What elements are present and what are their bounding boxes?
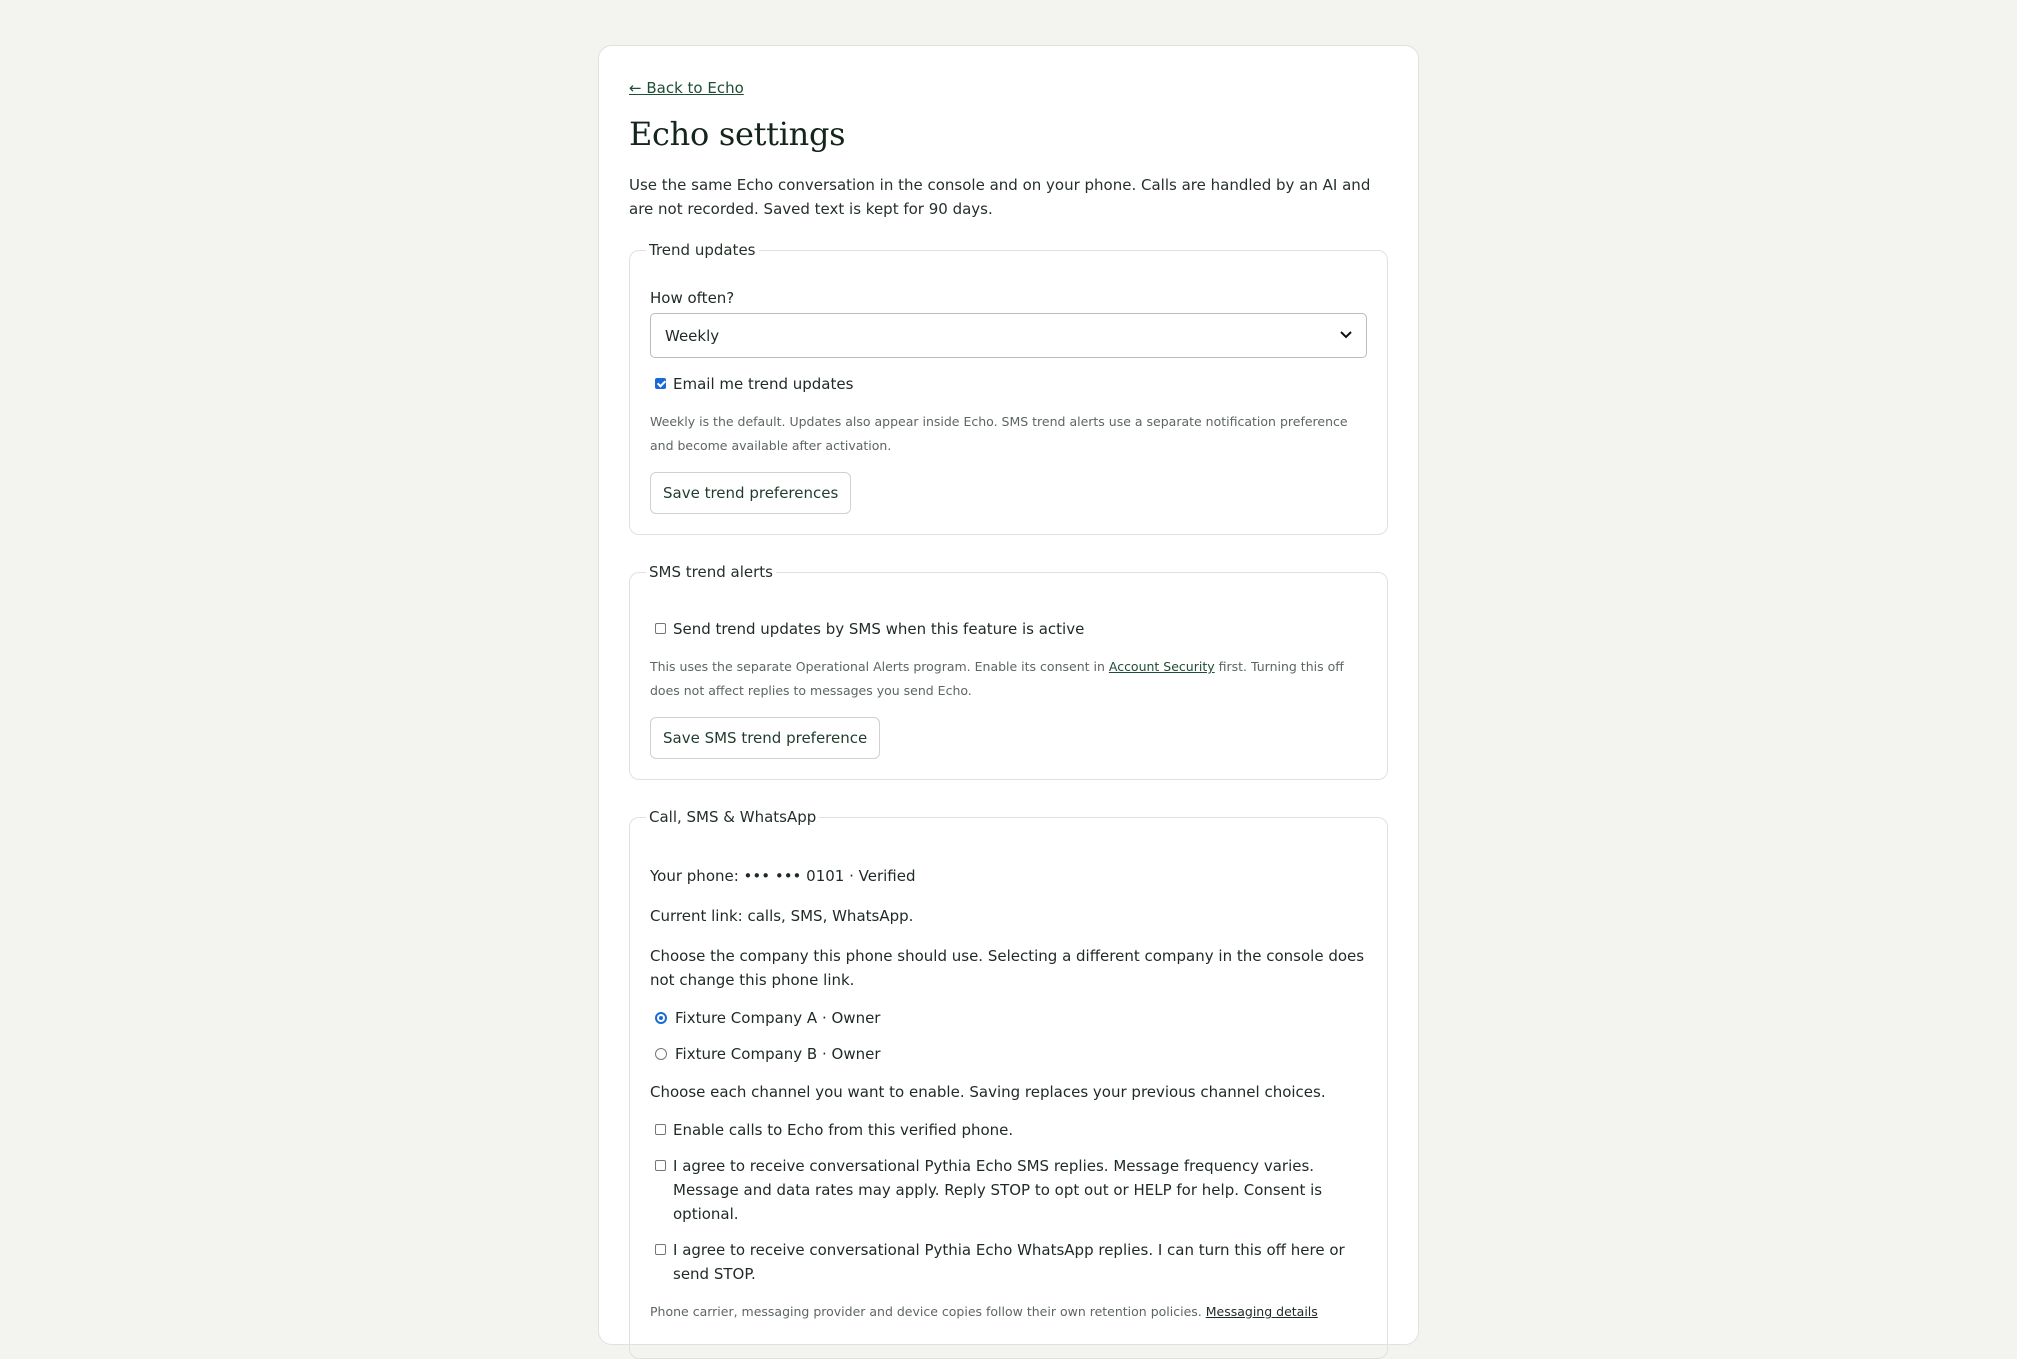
trend-updates-legend: Trend updates: [649, 241, 756, 259]
email-trend-label: Email me trend updates: [673, 375, 854, 393]
calls-label: Enable calls to Echo from this verified …: [673, 1121, 1014, 1139]
company-a-radio[interactable]: [655, 1012, 667, 1024]
save-trend-button[interactable]: Save trend preferences: [650, 472, 852, 514]
company-b-radio[interactable]: [655, 1048, 667, 1060]
save-sms-button[interactable]: Save SMS trend preference: [650, 717, 881, 759]
channels-section: Call, SMS & WhatsApp Your phone: ••• •••…: [629, 808, 1388, 1359]
chevron-down-icon: [1340, 328, 1352, 343]
company-a-label: Fixture Company A · Owner: [675, 1009, 881, 1027]
company-b-label: Fixture Company B · Owner: [675, 1045, 881, 1063]
sms-consent-label: I agree to receive conversational Pythia…: [673, 1157, 1323, 1223]
trend-help-text: Weekly is the default. Updates also appe…: [650, 414, 1348, 453]
company-prompt: Choose the company this phone should use…: [650, 947, 1365, 989]
sms-trend-section: SMS trend alerts Send trend updates by S…: [629, 563, 1388, 780]
channels-footer-note: Phone carrier, messaging provider and de…: [650, 1300, 1367, 1324]
frequency-value: Weekly: [665, 326, 720, 345]
how-often-label: How often?: [650, 289, 735, 307]
channels-legend: Call, SMS & WhatsApp: [649, 808, 817, 826]
calls-row: Enable calls to Echo from this verified …: [650, 1118, 1367, 1142]
sms-trend-row: Send trend updates by SMS when this feat…: [650, 617, 1367, 641]
footer-note-text: Phone carrier, messaging provider and de…: [650, 1304, 1202, 1319]
sms-trend-checkbox[interactable]: [655, 623, 666, 634]
sms-trend-label: Send trend updates by SMS when this feat…: [673, 620, 1085, 638]
phone-line: Your phone: ••• ••• 0101 · Verified: [650, 867, 916, 885]
settings-card: ← Back to Echo Echo settings Use the sam…: [598, 45, 1419, 1359]
email-trend-checkbox[interactable]: [655, 378, 666, 389]
page-title: Echo settings: [629, 115, 846, 153]
sms-consent-checkbox[interactable]: [655, 1160, 666, 1171]
whatsapp-consent-checkbox[interactable]: [655, 1244, 666, 1255]
company-a-row: Fixture Company A · Owner: [650, 1006, 1367, 1030]
whatsapp-consent-label: I agree to receive conversational Pythia…: [673, 1241, 1345, 1283]
email-trend-row: Email me trend updates: [650, 372, 1367, 396]
company-b-row: Fixture Company B · Owner: [650, 1042, 1367, 1066]
account-security-link[interactable]: Account Security: [1109, 659, 1215, 674]
current-link: Current link: calls, SMS, WhatsApp.: [650, 907, 914, 925]
back-to-echo-link[interactable]: ← Back to Echo: [629, 79, 744, 97]
channel-prompt: Choose each channel you want to enable. …: [650, 1083, 1326, 1101]
sms-help-before: This uses the separate Operational Alert…: [650, 659, 1109, 674]
frequency-select[interactable]: Weekly: [650, 313, 1367, 358]
whatsapp-consent-row: I agree to receive conversational Pythia…: [650, 1238, 1367, 1286]
sms-consent-row: I agree to receive conversational Pythia…: [650, 1154, 1367, 1226]
sms-help-text: This uses the separate Operational Alert…: [650, 655, 1367, 703]
sms-trend-legend: SMS trend alerts: [649, 563, 773, 581]
trend-updates-section: Trend updates How often? Weekly Email me…: [629, 241, 1388, 535]
calls-checkbox[interactable]: [655, 1124, 666, 1135]
messaging-details-link[interactable]: Messaging details: [1206, 1304, 1318, 1319]
intro-text: Use the same Echo conversation in the co…: [629, 176, 1371, 218]
